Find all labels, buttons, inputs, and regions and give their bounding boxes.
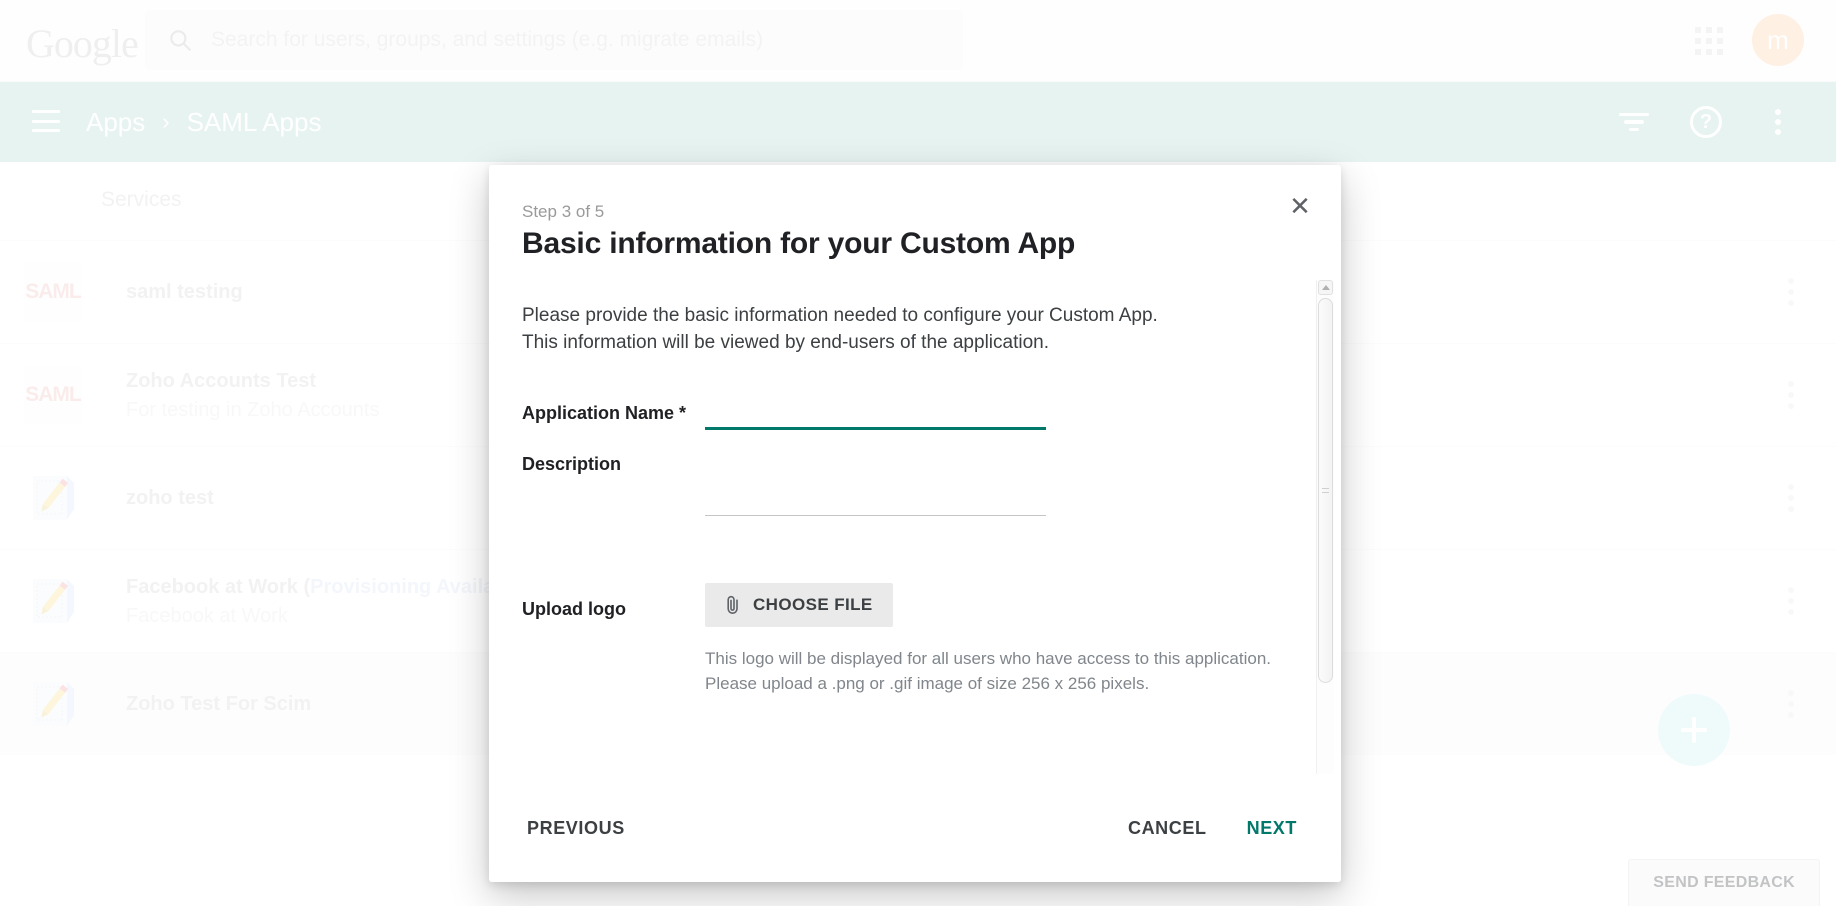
page-title: Basic information for your Custom App	[522, 227, 1075, 261]
dialog-scrollbar[interactable]	[1316, 280, 1333, 838]
dialog-step-indicator: Step 3 of 5	[522, 202, 604, 222]
app-name-label: Application Name *	[522, 397, 705, 424]
upload-logo-hint: This logo will be displayed for all user…	[705, 647, 1301, 697]
scrollbar-thumb[interactable]	[1318, 298, 1333, 683]
app-screen: Google Search for users, groups, and set…	[0, 0, 1836, 906]
close-icon[interactable]: ✕	[1283, 189, 1317, 223]
basic-information-dialog: ✕ Step 3 of 5 Basic information for your…	[489, 165, 1341, 882]
upload-hint-line-1: This logo will be displayed for all user…	[705, 647, 1301, 672]
previous-button[interactable]: PREVIOUS	[509, 804, 643, 853]
upload-logo-label: Upload logo	[522, 583, 705, 620]
dialog-footer: PREVIOUS CANCEL NEXT	[489, 774, 1341, 882]
basic-info-form: Application Name * Description Upload lo…	[522, 397, 1301, 697]
dialog-body: Please provide the basic information nee…	[489, 275, 1341, 840]
upload-logo-row: Upload logo CHOOSE FILE	[522, 583, 1301, 697]
app-name-row: Application Name *	[522, 397, 1301, 430]
choose-file-button[interactable]: CHOOSE FILE	[705, 583, 893, 627]
upload-hint-line-2: Please upload a .png or .gif image of si…	[705, 672, 1301, 697]
dialog-description: Please provide the basic information nee…	[522, 303, 1182, 357]
paperclip-icon	[725, 595, 741, 615]
scroll-up-arrow-icon[interactable]	[1318, 280, 1333, 295]
cancel-button[interactable]: CANCEL	[1110, 804, 1225, 853]
dialog-footer-right: CANCEL NEXT	[1110, 804, 1315, 853]
description-label: Description	[522, 448, 705, 475]
application-name-input[interactable]	[705, 397, 1046, 430]
description-row: Description	[522, 448, 1301, 521]
choose-file-label: CHOOSE FILE	[753, 595, 873, 615]
next-button[interactable]: NEXT	[1229, 804, 1315, 853]
description-input[interactable]	[705, 448, 1046, 516]
